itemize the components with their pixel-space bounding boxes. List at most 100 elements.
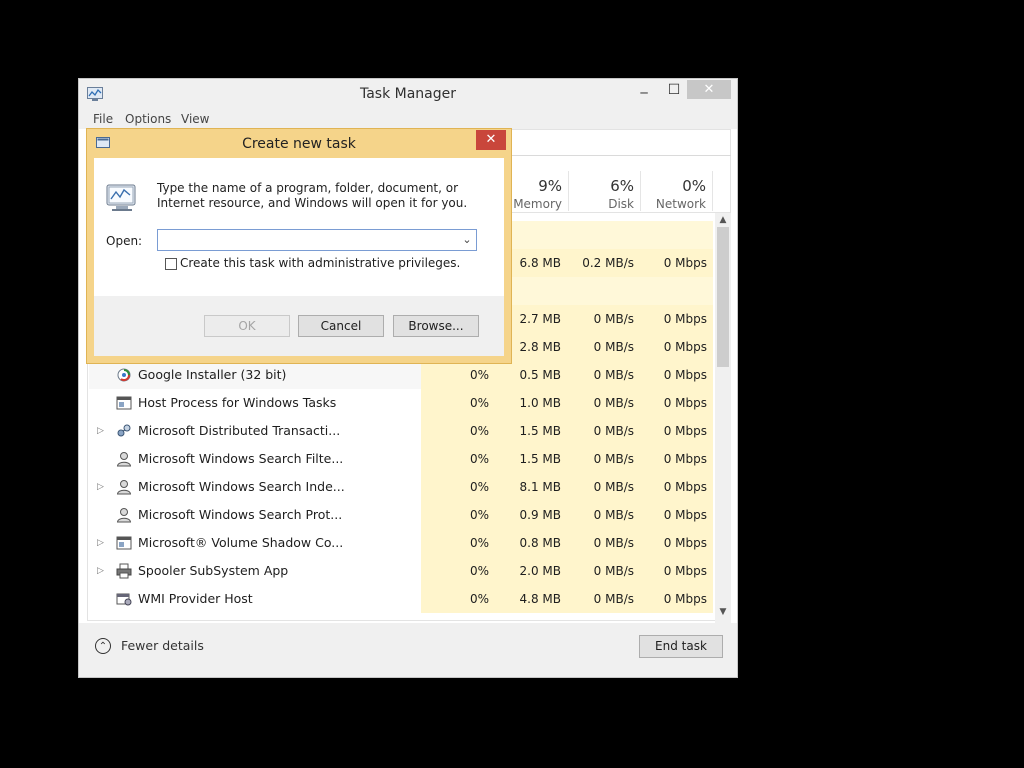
chevron-down-icon[interactable]: ⌄ <box>460 233 474 247</box>
chevron-up-icon: ⌃ <box>95 637 111 654</box>
dialog-close-button[interactable]: ✕ <box>476 130 506 150</box>
wmi-host-icon <box>116 593 132 606</box>
table-row[interactable]: ▷ Spooler SubSystem App 0% 2.0 MB 0 MB/s 0 Mb… <box>89 557 713 585</box>
memory-cell: 1.5 MB <box>495 445 567 473</box>
network-total: 0% <box>682 177 706 195</box>
disk-cell: 0 MB/s <box>567 417 640 445</box>
table-row[interactable]: ▷ Microsoft Windows Search Inde... 0% 8.1 M… <box>89 473 713 501</box>
scrollbar-thumb[interactable] <box>717 227 729 367</box>
process-name: Microsoft Windows Search Prot... <box>138 507 343 522</box>
disk-label: Disk <box>608 197 634 211</box>
maximize-button[interactable]: ☐ <box>659 80 689 100</box>
table-row[interactable]: ▷ Microsoft® Volume Shadow Co... 0% 0.8 MB 0… <box>89 529 713 557</box>
cancel-button[interactable]: Cancel <box>298 315 384 337</box>
network-cell: 0 Mbps <box>640 361 713 389</box>
cpu-cell: 0% <box>421 389 495 417</box>
expand-arrow-icon[interactable]: ▷ <box>97 473 104 501</box>
cpu-cell: 0% <box>421 417 495 445</box>
close-button[interactable]: ✕ <box>687 80 731 99</box>
cpu-cell: 0% <box>421 557 495 585</box>
network-cell: 0 Mbps <box>640 305 713 333</box>
memory-cell: 0.9 MB <box>495 501 567 529</box>
process-name: Microsoft® Volume Shadow Co... <box>138 535 344 550</box>
menu-file[interactable]: File <box>93 109 113 129</box>
disk-total: 6% <box>610 177 634 195</box>
disk-cell: 0 MB/s <box>567 333 640 361</box>
memory-cell: 0.8 MB <box>495 529 567 557</box>
disk-cell: 0 MB/s <box>567 361 640 389</box>
scroll-up-icon[interactable]: ▲ <box>717 213 729 227</box>
dialog-message: Type the name of a program, folder, docu… <box>157 181 468 210</box>
user-search-icon <box>116 452 132 467</box>
network-label: Network <box>655 197 706 211</box>
disk-cell: 0 MB/s <box>567 501 640 529</box>
table-row[interactable]: Microsoft Windows Search Prot... 0% 0.9 MB… <box>89 501 713 529</box>
column-header-network[interactable]: 0% Network <box>641 171 713 211</box>
network-cell: 0 Mbps <box>640 333 713 361</box>
minimize-button[interactable]: ─ <box>629 83 659 103</box>
table-row[interactable]: WMI Provider Host 0% 4.8 MB 0 MB/s 0 Mbps <box>89 585 713 613</box>
dialog-title: Create new task <box>242 136 356 152</box>
expand-arrow-icon[interactable]: ▷ <box>97 417 104 445</box>
process-name: Google Installer (32 bit) <box>138 367 287 382</box>
open-input[interactable] <box>157 229 477 251</box>
disk-cell: 0 MB/s <box>567 557 640 585</box>
open-label: Open: <box>106 234 143 248</box>
memory-cell: 4.8 MB <box>495 585 567 613</box>
expand-arrow-icon[interactable]: ▷ <box>97 529 104 557</box>
table-row[interactable]: ▷ Microsoft Distributed Transacti... 0% 1.5… <box>89 417 713 445</box>
run-program-icon <box>106 184 136 211</box>
disk-cell: 0 MB/s <box>567 473 640 501</box>
network-cell: 0 Mbps <box>640 249 713 277</box>
process-name: Microsoft Windows Search Inde... <box>138 479 345 494</box>
expand-arrow-icon[interactable]: ▷ <box>97 557 104 585</box>
memory-cell: 2.0 MB <box>495 557 567 585</box>
ok-button[interactable]: OK <box>204 315 290 337</box>
window-app-icon <box>116 396 132 410</box>
cpu-cell: 0% <box>421 529 495 557</box>
user-search-icon <box>116 480 132 495</box>
end-task-button[interactable]: End task <box>639 635 723 658</box>
table-row[interactable]: Google Installer (32 bit) 0% 0.5 MB 0 MB/s 0… <box>89 361 713 389</box>
cpu-cell: 0% <box>421 585 495 613</box>
network-service-icon <box>117 424 131 437</box>
disk-cell: 0 MB/s <box>567 305 640 333</box>
network-cell: 0 Mbps <box>640 557 713 585</box>
dialog-content <box>94 158 504 296</box>
network-cell: 0 Mbps <box>640 445 713 473</box>
network-cell: 0 Mbps <box>640 389 713 417</box>
network-cell: 0 Mbps <box>640 473 713 501</box>
disk-cell: 0 MB/s <box>567 529 640 557</box>
fewer-details-link[interactable]: ⌃ Fewer details <box>95 637 204 654</box>
browse-button[interactable]: Browse... <box>393 315 479 337</box>
cpu-cell: 0% <box>421 501 495 529</box>
menu-bar <box>79 109 737 129</box>
scroll-down-icon[interactable]: ▼ <box>717 605 729 619</box>
google-installer-icon <box>117 368 131 382</box>
network-cell: 0 Mbps <box>640 585 713 613</box>
network-cell: 0 Mbps <box>640 417 713 445</box>
window-app-icon <box>116 536 132 550</box>
process-name: Host Process for Windows Tasks <box>138 395 337 410</box>
admin-privileges-label[interactable]: Create this task with administrative pri… <box>180 256 460 270</box>
process-name: Microsoft Windows Search Filte... <box>138 451 344 466</box>
memory-cell: 1.0 MB <box>495 389 567 417</box>
process-name: WMI Provider Host <box>138 591 253 606</box>
menu-options[interactable]: Options <box>125 109 171 129</box>
network-cell: 0 Mbps <box>640 501 713 529</box>
memory-cell: 1.5 MB <box>495 417 567 445</box>
cpu-cell: 0% <box>421 473 495 501</box>
disk-cell: 0 MB/s <box>567 585 640 613</box>
disk-cell: 0 MB/s <box>567 445 640 473</box>
table-row[interactable]: Host Process for Windows Tasks 0% 1.0 MB 0 … <box>89 389 713 417</box>
memory-cell: 0.5 MB <box>495 361 567 389</box>
disk-cell: 0.2 MB/s <box>567 249 640 277</box>
process-name: Spooler SubSystem App <box>138 563 289 578</box>
disk-cell: 0 MB/s <box>567 389 640 417</box>
user-search-icon <box>116 508 132 523</box>
admin-privileges-checkbox[interactable] <box>165 258 177 270</box>
menu-view[interactable]: View <box>181 109 209 129</box>
table-row[interactable]: Microsoft Windows Search Filte... 0% 1.5 M… <box>89 445 713 473</box>
cpu-cell: 0% <box>421 361 495 389</box>
column-header-disk[interactable]: 6% Disk <box>569 171 641 211</box>
